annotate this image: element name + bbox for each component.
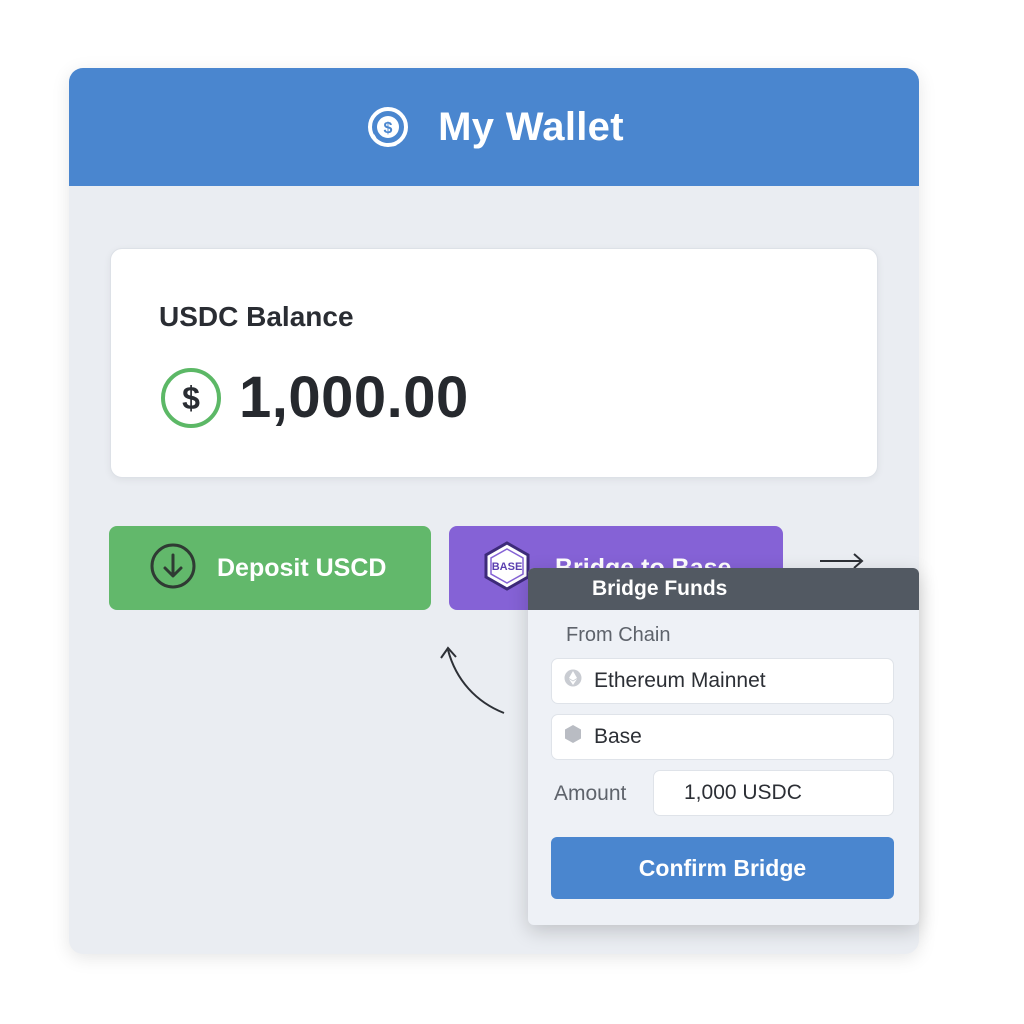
- deposit-button[interactable]: Deposit USCD: [109, 526, 431, 610]
- ethereum-icon: [564, 669, 582, 693]
- download-icon: [149, 542, 197, 595]
- balance-row: $ 1,000.00: [159, 364, 469, 431]
- from-chain-value: Ethereum Mainnet: [594, 669, 766, 692]
- balance-amount: 1,000.00: [239, 365, 469, 430]
- from-chain-label: From Chain: [566, 624, 671, 646]
- from-chain-select[interactable]: Ethereum Mainnet: [551, 658, 894, 704]
- balance-card: USDC Balance $ 1,000.00: [110, 248, 878, 478]
- base-hexagon-icon: BASE: [483, 540, 531, 597]
- to-chain-select[interactable]: Base: [551, 714, 894, 760]
- to-chain-value: Base: [594, 725, 642, 748]
- svg-text:$: $: [384, 120, 393, 137]
- confirm-bridge-button[interactable]: Confirm Bridge: [551, 837, 894, 899]
- popup-title: Bridge Funds: [528, 568, 919, 610]
- bridge-funds-popup: Bridge Funds From Chain Ethereum Mainnet…: [528, 568, 919, 925]
- wallet-title: My Wallet: [438, 104, 624, 149]
- deposit-button-label: Deposit USCD: [217, 553, 387, 582]
- amount-input[interactable]: 1,000 USDC: [653, 770, 894, 816]
- curved-arrow-icon: [440, 646, 505, 714]
- balance-label: USDC Balance: [159, 301, 354, 332]
- base-chain-icon: [564, 724, 582, 750]
- wallet-header: $ My Wallet: [69, 68, 919, 186]
- coin-icon: $: [364, 103, 412, 151]
- amount-label: Amount: [554, 782, 627, 805]
- base-badge-text: BASE: [492, 561, 523, 573]
- svg-text:$: $: [182, 380, 200, 416]
- dollar-icon: $: [159, 366, 223, 430]
